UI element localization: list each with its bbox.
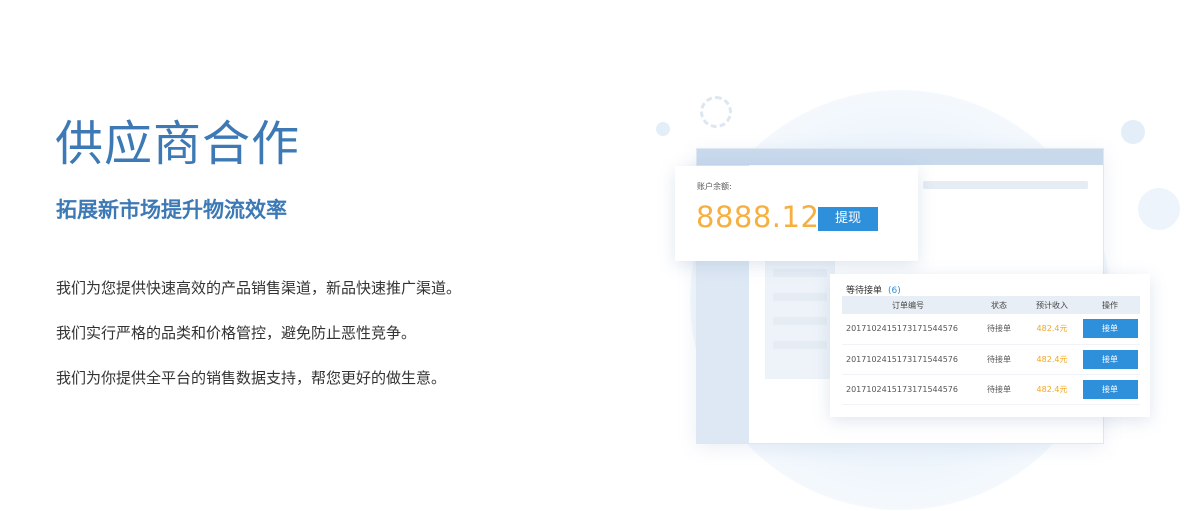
order-id-cell: 2017102415173171544576 xyxy=(842,374,974,405)
window-placeholder-line xyxy=(773,269,827,277)
column-header-action: 操作 xyxy=(1080,296,1140,314)
accept-order-button[interactable]: 接单 xyxy=(1082,319,1138,339)
dot-decoration-top-right xyxy=(1121,120,1145,144)
accept-order-button[interactable]: 接单 xyxy=(1082,379,1138,399)
order-status-cell: 待接单 xyxy=(974,374,1024,405)
window-placeholder-line xyxy=(773,317,827,325)
window-placeholder-panel xyxy=(765,259,835,379)
accept-order-button[interactable]: 接单 xyxy=(1082,349,1138,369)
order-income-cell: 482.4元 xyxy=(1024,374,1080,405)
feature-item-price-control: 我们实行严格的品类和价格管控，避免防止恶性竞争。 xyxy=(56,324,417,342)
dashed-ring-decoration xyxy=(700,96,732,128)
window-placeholder-line xyxy=(773,341,827,349)
order-action-cell: 接单 xyxy=(1080,374,1140,405)
table-row: 2017102415173171544576 待接单 482.4元 接单 xyxy=(842,314,1140,345)
column-header-status: 状态 xyxy=(974,296,1024,314)
column-header-income: 预计收入 xyxy=(1024,296,1080,314)
order-action-cell: 接单 xyxy=(1080,344,1140,375)
table-header-row: 订单编号 状态 预计收入 操作 xyxy=(842,296,1140,314)
order-id-cell: 2017102415173171544576 xyxy=(842,344,974,375)
window-placeholder-line xyxy=(923,181,1088,189)
order-id-cell: 2017102415173171544576 xyxy=(842,314,974,345)
withdraw-button[interactable]: 提现 xyxy=(818,207,878,231)
table-row: 2017102415173171544576 待接单 482.4元 接单 xyxy=(842,374,1140,405)
table-row: 2017102415173171544576 待接单 482.4元 接单 xyxy=(842,344,1140,375)
feature-item-sales-channel: 我们为您提供快速高效的产品销售渠道，新品快速推广渠道。 xyxy=(56,279,462,297)
orders-count-badge: (6) xyxy=(888,286,901,296)
balance-amount: 8888.12 xyxy=(696,200,820,234)
column-header-order-id: 订单编号 xyxy=(842,296,974,314)
order-status-cell: 待接单 xyxy=(974,344,1024,375)
orders-title-text: 等待接单 xyxy=(846,286,883,296)
order-income-cell: 482.4元 xyxy=(1024,344,1080,375)
hero-subtitle: 拓展新市场提升物流效率 xyxy=(56,198,287,222)
supplier-illustration: 账户余额: 8888.12 提现 等待接单 (6) 订单编号 状态 预计收入 操作… xyxy=(640,80,1201,511)
feature-list: 我们为您提供快速高效的产品销售渠道，新品快速推广渠道。 我们实行严格的品类和价格… xyxy=(56,278,461,413)
order-income-cell: 482.4元 xyxy=(1024,314,1080,345)
hero-title: 供应商合作 xyxy=(55,116,301,172)
balance-label: 账户余额: xyxy=(697,182,732,191)
feature-item-data-support: 我们为你提供全平台的销售数据支持，帮您更好的做生意。 xyxy=(56,369,447,387)
dot-decoration-left xyxy=(656,122,670,136)
orders-title: 等待接单 (6) xyxy=(846,283,901,296)
window-title-bar xyxy=(697,149,1103,165)
dot-decoration-right xyxy=(1138,188,1180,230)
order-action-cell: 接单 xyxy=(1080,314,1140,345)
pending-orders-card: 等待接单 (6) 订单编号 状态 预计收入 操作 2017102415173171… xyxy=(830,274,1150,417)
order-status-cell: 待接单 xyxy=(974,314,1024,345)
orders-table: 订单编号 状态 预计收入 操作 2017102415173171544576 待… xyxy=(842,296,1140,405)
window-placeholder-line xyxy=(773,293,827,301)
account-balance-card: 账户余额: 8888.12 提现 xyxy=(675,166,918,261)
